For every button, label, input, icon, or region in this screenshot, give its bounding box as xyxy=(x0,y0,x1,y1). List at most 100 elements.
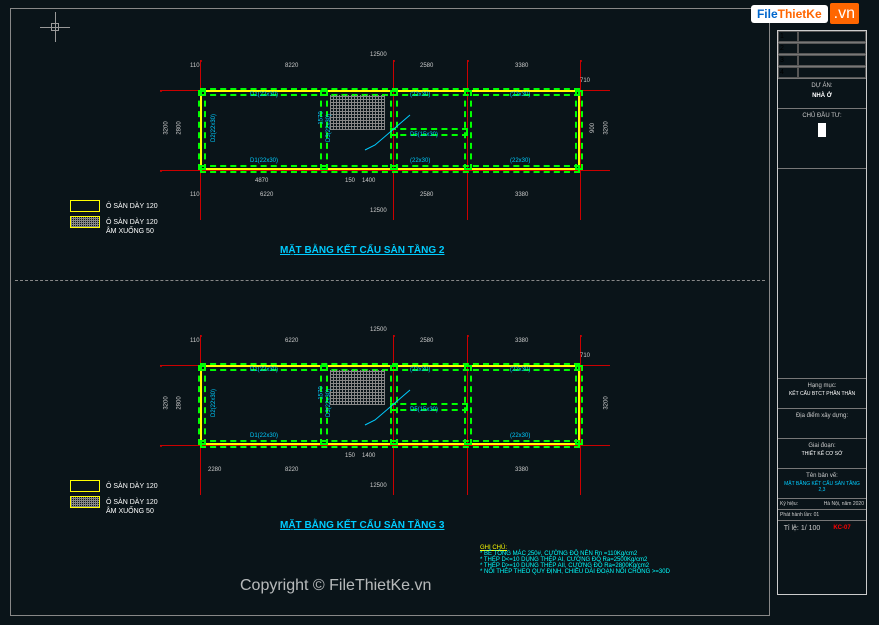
dim: 2800 xyxy=(177,396,183,409)
dim: 1400 xyxy=(362,453,375,459)
dim: 8220 xyxy=(285,63,298,69)
tb-label: DỰ ÁN: xyxy=(782,83,862,89)
beam-d2-left xyxy=(198,90,206,170)
dim: 3200 xyxy=(164,121,170,134)
dim: 900 xyxy=(590,123,596,133)
dim: 150 xyxy=(345,453,355,459)
beam-label: D3(22x30) xyxy=(326,389,332,417)
rev-num: 3 xyxy=(778,55,798,66)
legend-text: ÂM XUỐNG 50 xyxy=(106,508,154,515)
tb-value: KẾT CẤU BTCT PHẦN THÂN xyxy=(782,391,862,397)
dim: 110 xyxy=(190,338,200,344)
dim: 710 xyxy=(580,353,590,359)
stair-indicator xyxy=(360,105,400,155)
beam-label: D1(22x30) xyxy=(250,92,278,98)
plan2-title: MẶT BẰNG KẾT CẤU SÀN TẦNG 3 xyxy=(280,520,444,531)
dim: 110 xyxy=(190,192,200,198)
tb-label: Hạng mục: xyxy=(782,383,862,389)
sheet-number: KC-07 xyxy=(822,525,862,532)
beam-label: (22x30) xyxy=(510,158,530,164)
legend-text: ÂM XUỐNG 50 xyxy=(106,228,154,235)
beam-label: (22x30) xyxy=(410,92,430,98)
legend-swatch-solid xyxy=(70,200,100,212)
rev-num: 1 xyxy=(778,31,798,42)
dim: 2580 xyxy=(420,63,433,69)
dim: 6220 xyxy=(260,192,273,198)
dim: 3380 xyxy=(515,467,528,473)
tb-issue: Phát hành lần: 01 xyxy=(778,510,866,521)
tb-drawing-title: MẶT BẰNG KẾT CẤU SÀN TẦNG 2,3 xyxy=(782,481,862,493)
beam-label: D2(22x30) xyxy=(211,114,217,142)
legend-text: Ô SÀN DÀY 120 xyxy=(106,499,158,506)
legend-text: Ô SÀN DÀY 120 xyxy=(106,219,158,226)
dim: 3380 xyxy=(515,338,528,344)
beam-label: (22x30) xyxy=(510,367,530,373)
dim: 12500 xyxy=(370,327,387,333)
dim: 150 xyxy=(345,178,355,184)
note-line: * NỐI THÉP THEO QUY ĐỊNH, CHIỀU DÀI ĐOẠN… xyxy=(480,569,670,575)
dim: 1570 xyxy=(319,111,325,124)
beam xyxy=(198,365,206,445)
dim: 12500 xyxy=(370,483,387,489)
legend-1: Ô SÀN DÀY 120 Ô SÀN DÀY 120 ÂM XUỐNG 50 xyxy=(70,200,158,235)
legend-2: Ô SÀN DÀY 120 Ô SÀN DÀY 120 ÂM XUỐNG 50 xyxy=(70,480,158,515)
section-divider xyxy=(15,280,765,281)
legend-text: Ô SÀN DÀY 120 xyxy=(106,203,158,210)
dim: 4870 xyxy=(255,178,268,184)
beam-label: (22x30) xyxy=(510,92,530,98)
owner-mark xyxy=(818,123,826,137)
beam-label: D5(15x30) xyxy=(410,132,438,138)
dim: 2580 xyxy=(420,338,433,344)
general-notes: GHI CHÚ: * BÊ TÔNG MÁC 250#, CƯỜNG ĐỘ NÉ… xyxy=(480,545,670,575)
beam-label: D3(22x30) xyxy=(326,114,332,142)
plan1-title: MẶT BẰNG KẾT CẤU SÀN TẦNG 2 xyxy=(280,245,444,256)
cad-cursor xyxy=(40,12,70,42)
dim: 1400 xyxy=(362,178,375,184)
legend-swatch-hatch xyxy=(70,216,100,228)
beam xyxy=(575,365,583,445)
beam-label: (22x30) xyxy=(410,158,430,164)
legend-text: Ô SÀN DÀY 120 xyxy=(106,483,158,490)
tb-label: CHỦ ĐẦU TƯ: xyxy=(782,113,862,119)
dim: 8220 xyxy=(285,467,298,473)
legend-swatch-solid xyxy=(70,480,100,492)
dim: 3200 xyxy=(604,121,610,134)
beam-label: D1(22x30) xyxy=(250,367,278,373)
rev-num: 4 xyxy=(778,67,798,78)
dim: 6220 xyxy=(285,338,298,344)
rev-num: 2 xyxy=(778,43,798,54)
dim: 3200 xyxy=(604,396,610,409)
dim: 2800 xyxy=(177,121,183,134)
dim: 3380 xyxy=(515,63,528,69)
tb-label: Giai đoạn: xyxy=(782,443,862,449)
tb-label: Tên bản vẽ: xyxy=(782,473,862,479)
dim: 710 xyxy=(580,78,590,84)
beam-label: (22x30) xyxy=(510,433,530,439)
titleblock: 1 2 3 4 DỰ ÁN: NHÀ Ở CHỦ ĐẦU TƯ: Hạng mụ… xyxy=(777,30,867,595)
dim: 2580 xyxy=(420,192,433,198)
tb-scale: 1/ 100 xyxy=(801,525,820,532)
beam-label: D2(22x30) xyxy=(211,389,217,417)
beam-label: D5(15x30) xyxy=(410,407,438,413)
watermark-logo: FileThietKe.vn xyxy=(751,5,859,23)
beam-label: D1(22x30) xyxy=(250,158,278,164)
tb-label: Ký hiệu: xyxy=(780,501,822,507)
dim: 2280 xyxy=(208,467,221,473)
beam-label: (22x30) xyxy=(410,367,430,373)
beam-label: D1(22x30) xyxy=(250,433,278,439)
copyright-watermark: Copyright © FileThietKe.vn xyxy=(240,577,431,595)
stair-indicator xyxy=(360,380,400,430)
legend-swatch-hatch xyxy=(70,496,100,508)
tb-value: THIẾT KẾ CƠ SỞ xyxy=(782,451,862,457)
tb-scale-label: Tỉ lệ: xyxy=(784,525,799,532)
dim: 110 xyxy=(190,63,200,69)
dim: 3380 xyxy=(515,192,528,198)
dim: 1570 xyxy=(319,386,325,399)
tb-date: Hà Nội, năm 2020 xyxy=(822,501,864,507)
tb-label: Địa điểm xây dựng: xyxy=(782,413,862,419)
tb-project: NHÀ Ở xyxy=(782,93,862,99)
dim: 12500 xyxy=(370,208,387,214)
beam-d2-right xyxy=(575,90,583,170)
dim: 12500 xyxy=(370,52,387,58)
dim: 3200 xyxy=(164,396,170,409)
